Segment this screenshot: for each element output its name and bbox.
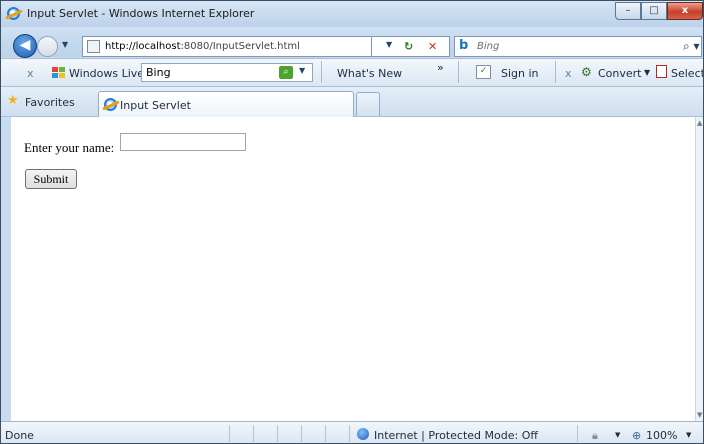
back-button[interactable]: ◀ [13,34,37,58]
zoom-icon: ⊕ [632,429,642,442]
close-window-button[interactable]: x [667,2,703,20]
address-dropdown-icon[interactable]: ▼ [386,40,392,49]
close-toolbar-icon[interactable]: x [27,67,34,80]
minimize-button[interactable]: – [615,2,641,20]
whats-new-button[interactable]: What's New [337,67,402,80]
stop-icon[interactable]: ✕ [428,40,437,53]
scroll-down-icon[interactable]: ▼ [697,411,702,419]
status-separator [577,425,578,442]
pdf-select-icon [656,65,667,78]
convert-button[interactable]: Convert [598,67,642,80]
status-separator [229,425,230,442]
status-separator [253,425,254,442]
url-text[interactable]: http://localhost:8080/InputServlet.html [105,41,300,52]
sign-in-checkbox-icon: ✓ [476,65,491,79]
tab-title: Input Servlet [120,99,191,112]
favorites-button[interactable]: Favorites [25,96,75,109]
toolbar-search-input[interactable] [142,64,280,81]
popup-dropdown-icon[interactable]: ▼ [615,431,620,439]
submit-button[interactable]: Submit [25,169,77,189]
vertical-scrollbar[interactable]: ▲ ▼ [695,117,703,421]
status-bar: Done Internet | Protected Mode: Off 🔒︎ ▼… [1,421,703,443]
status-separator [277,425,278,442]
status-separator [325,425,326,442]
browser-window: Input Servlet - Windows Internet Explore… [0,0,704,444]
security-zone-text[interactable]: Internet | Protected Mode: Off [374,429,538,442]
left-frame [1,117,11,421]
back-arrow-icon: ◀ [19,37,31,53]
search-dropdown-icon[interactable]: ▼ [299,66,305,75]
select-button[interactable]: Select [671,67,703,80]
status-text: Done [5,429,34,442]
favorites-star-icon: ★ [7,93,19,108]
tab-input-servlet[interactable]: Input Servlet [98,91,354,117]
address-box[interactable]: http://localhost:8080/InputServlet.html [82,36,372,57]
zoom-level[interactable]: 100% [646,429,677,442]
page-icon [87,40,100,53]
toolbar-separator [458,61,459,83]
close-toolbar-icon-2[interactable]: x [565,67,572,80]
search-go-icon[interactable]: ⌕ [279,66,293,79]
window-title: Input Servlet - Windows Internet Explore… [27,7,255,20]
zoom-dropdown-icon[interactable]: ▼ [686,431,691,439]
toolbar-overflow-chevron[interactable]: » [437,61,444,74]
toolbar-separator [321,61,322,83]
new-tab-button[interactable] [356,92,380,116]
maximize-button[interactable]: □ [641,2,667,20]
sign-in-button[interactable]: Sign in [501,67,539,80]
status-separator [349,425,350,442]
recent-pages-dropdown[interactable]: ▼ [62,40,68,49]
convert-dropdown-icon[interactable]: ▼ [644,68,650,77]
toolbar-separator [555,61,556,83]
status-separator [301,425,302,442]
name-label: Enter your name: [24,140,115,155]
page-content: Enter your name: Submit [11,117,695,421]
search-box[interactable]: b Bing ⌕ ▾ [454,36,702,57]
ie-logo-icon [7,7,20,20]
address-buttons: ▼ ↻ ✕ [372,36,450,57]
convert-icon: ⚙ [581,65,592,79]
search-icon[interactable]: ⌕ ▾ [683,39,700,54]
name-field[interactable] [120,133,246,151]
bing-logo-icon: b [459,38,469,53]
name-input[interactable] [121,134,245,150]
scroll-up-icon[interactable]: ▲ [697,119,702,127]
windows-live-icon [52,67,66,80]
popup-blocker-icon[interactable]: 🔒︎ [592,429,598,443]
toolbar-search[interactable]: ⌕ ▼ [141,63,313,82]
search-placeholder[interactable]: Bing [477,41,499,52]
forward-button[interactable] [37,36,58,57]
refresh-icon[interactable]: ↻ [404,40,413,53]
tab-ie-icon [104,98,117,111]
internet-zone-icon [357,428,369,440]
windows-live-button[interactable]: Windows Live [69,67,144,80]
